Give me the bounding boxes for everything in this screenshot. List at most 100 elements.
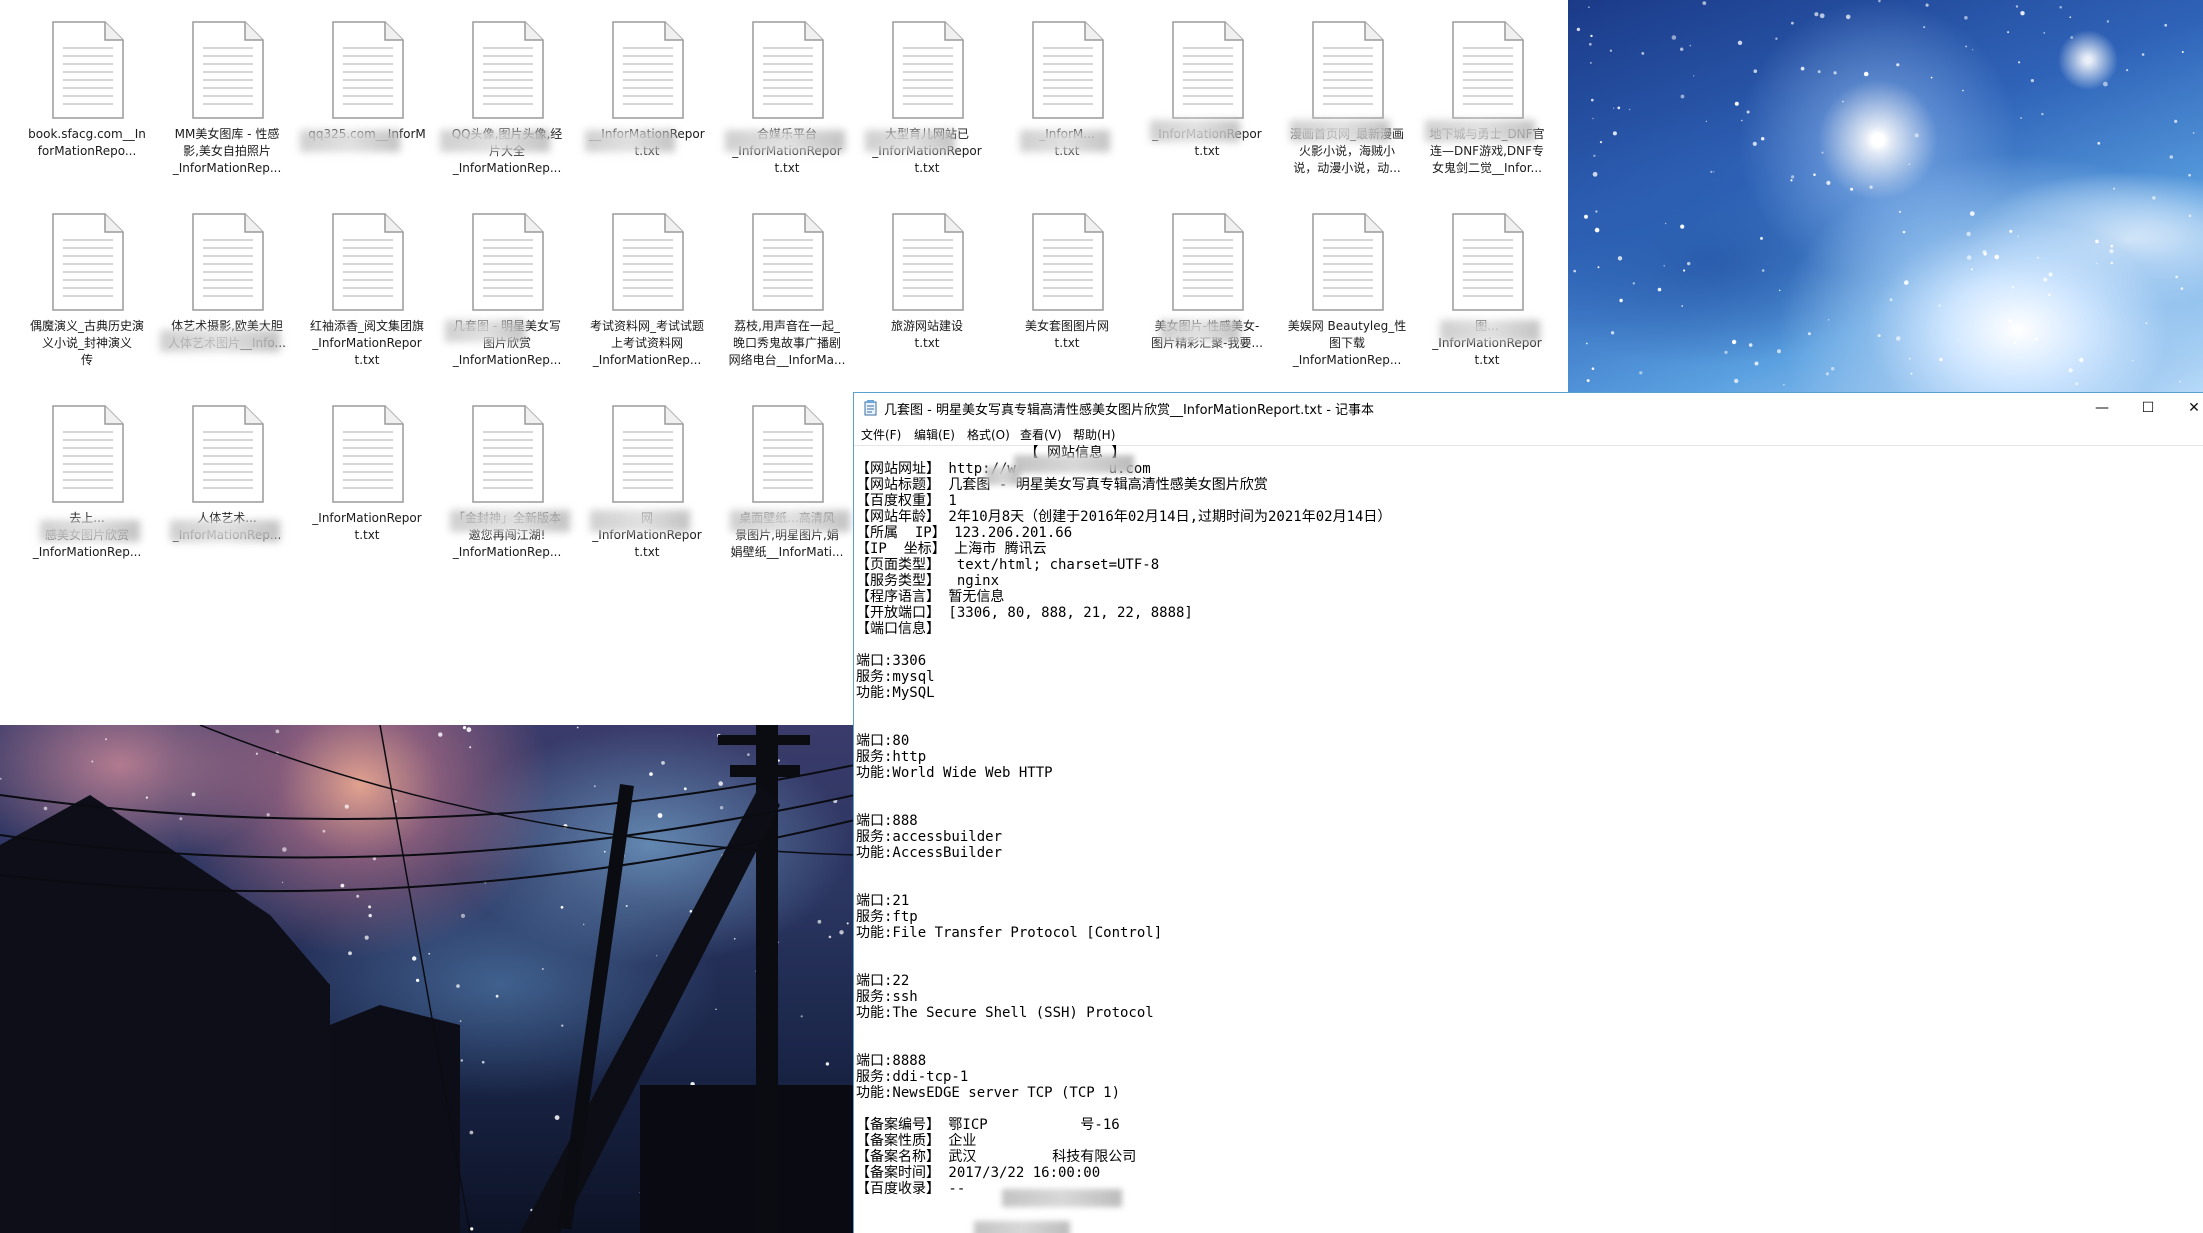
minimize-button[interactable]: — — [2079, 393, 2125, 423]
text-line: 【网站年龄】 2年10月8天（创建于2016年02月14日,过期时间为2021年… — [856, 509, 1392, 525]
file-item[interactable]: __InforMationRepor t.txt — [585, 0, 709, 190]
file-item[interactable]: 美女套图图片网 t.txt — [1005, 192, 1129, 382]
star — [2175, 275, 2178, 279]
star — [1689, 44, 1692, 47]
text-line: 服务:accessbuilder — [856, 829, 1003, 845]
star — [1908, 357, 1911, 360]
star — [1752, 141, 1757, 146]
star — [1657, 287, 1662, 292]
menu-file[interactable]: 文件(F) — [861, 426, 901, 443]
file-item[interactable]: _InforM... t.txt — [1005, 0, 1129, 190]
redaction-blur — [1150, 120, 1240, 142]
text-line — [856, 1101, 2203, 1117]
star — [1639, 371, 1643, 375]
file-item[interactable]: 考试资料网_考试试题 上考试资料网 _InforMationRep... — [585, 192, 709, 382]
redaction-blur — [1290, 120, 1390, 142]
menu-view[interactable]: 查看(V) — [1020, 426, 1062, 443]
star — [1705, 120, 1707, 122]
star — [1778, 289, 1781, 292]
close-button[interactable]: ✕ — [2171, 393, 2203, 423]
text-file-icon — [749, 404, 825, 504]
menu-format[interactable]: 格式(O) — [967, 426, 1010, 443]
star — [1994, 254, 2000, 260]
star — [1878, 0, 1881, 3]
file-item[interactable]: 偶魔演义_古典历史演 义小说_封神演义 传 _InforMationRep... — [25, 192, 149, 382]
text-file-icon — [609, 404, 685, 504]
file-item[interactable]: 合媒乐平台 _InforMationRepor t.txt — [725, 0, 849, 190]
star — [1731, 339, 1737, 345]
redaction-blur — [440, 130, 550, 152]
menu-help[interactable]: 帮助(H) — [1073, 426, 1115, 443]
star — [1610, 331, 1615, 335]
star — [1791, 175, 1795, 179]
star — [2169, 155, 2174, 159]
file-item[interactable]: 几套图 - 明星美女写 图片欣赏 _InforMationRep... — [445, 192, 569, 382]
star — [1826, 180, 1831, 185]
star — [2043, 32, 2045, 34]
file-item[interactable]: 图... _InforMationRepor t.txt — [1425, 192, 1549, 382]
text-line: 【备案名称】 武汉 科技有限公司 — [856, 1149, 1137, 1165]
star — [2030, 79, 2034, 83]
file-item[interactable]: 体艺术摄影,欧美大胆 人体艺术图片__Info... — [165, 192, 289, 382]
text-file-icon — [1169, 20, 1245, 120]
menu-edit[interactable]: 编辑(E) — [914, 426, 955, 443]
text-file-icon — [469, 212, 545, 312]
star — [2043, 277, 2048, 282]
star — [2180, 287, 2184, 290]
text-file-icon — [749, 212, 825, 312]
file-name-label: _InforMationRepor t.txt — [312, 511, 422, 542]
file-item[interactable]: 人体艺术... _InforMationRep... — [165, 384, 289, 574]
file-item[interactable]: 网 _InforMationRepor t.txt — [585, 384, 709, 574]
file-item[interactable]: 美娱网 Beautyleg_性 图下载 _InforMationRep... — [1285, 192, 1409, 382]
star — [1740, 119, 1743, 122]
file-item[interactable]: qq325.com__InforM — [305, 0, 429, 190]
text-line — [856, 717, 2203, 733]
redaction-blur — [445, 320, 525, 342]
file-item[interactable]: 荔枝,用声音在一起_ 晚口秀鬼故事广播剧 网络电台__InforMa... — [725, 192, 849, 382]
star — [2013, 341, 2017, 345]
file-item[interactable]: 大型育儿网站已 _InforMationRepor t.txt — [865, 0, 989, 190]
star — [1588, 42, 1592, 46]
file-item[interactable]: 桌面壁纸...高清风 景图片,明星图片,娟 娟壁纸__InforMati... — [725, 384, 849, 574]
redaction-blur — [300, 130, 400, 152]
file-item[interactable]: QQ头像,图片头像,经 片大全 _InforMationRep... — [445, 0, 569, 190]
star — [1877, 334, 1881, 338]
file-item[interactable]: _InforMationRepor t.txt — [1145, 0, 1269, 190]
file-item[interactable]: 地下城与勇士_DNF官 连—DNF游戏,DNF专 女鬼剑二觉__Infor... — [1425, 0, 1549, 190]
text-line: 【IP 坐标】 上海市 腾讯云 — [856, 541, 1047, 557]
star — [1819, 13, 1825, 19]
star — [2145, 322, 2148, 324]
file-item[interactable]: MM美女图库 - 性感 影,美女自拍照片 _InforMationRep... — [165, 0, 289, 190]
file-item[interactable]: 去上... 感美女图片欣赏 _InforMationRep... — [25, 384, 149, 574]
text-line: 功能:NewsEDGE server TCP (TCP 1) — [856, 1085, 1121, 1101]
file-item[interactable]: 「金封神」全新版本 邀您再闯江湖! _InforMationRep... — [445, 384, 569, 574]
star — [1902, 230, 1906, 234]
star — [1713, 171, 1715, 173]
star — [1680, 47, 1684, 51]
star — [1972, 49, 1974, 51]
window-title: 几套图 - 明星美女写真专辑高清性感美女图片欣赏__InforMationRep… — [884, 403, 1375, 418]
star — [2126, 69, 2129, 72]
star — [1821, 151, 1824, 154]
star — [1957, 340, 1959, 342]
title-bar[interactable]: 几套图 - 明星美女写真专辑高清性感美女图片欣赏__InforMationRep… — [854, 393, 2203, 423]
text-editor-area[interactable]: 【 网站信息 】【网站网址】 http://w u.com【网站标题】 几套图 … — [854, 445, 2203, 1233]
file-item[interactable]: 红袖添香_阅文集团旗 _InforMationRepor t.txt — [305, 192, 429, 382]
text-line — [856, 797, 2203, 813]
redaction-blur — [160, 330, 280, 352]
file-item[interactable]: book.sfacg.com__In forMationRepo... — [25, 0, 149, 190]
text-file-icon — [469, 404, 545, 504]
star — [1800, 66, 1805, 71]
star — [2011, 285, 2015, 289]
star — [2015, 5, 2019, 8]
file-item[interactable]: 漫画首页网_最新漫画 火影小说，海贼小 说，动漫小说，动... — [1285, 0, 1409, 190]
text-line — [856, 957, 2203, 973]
star — [1746, 110, 1750, 114]
file-item[interactable]: 美女图片-性感美女- 图片精彩汇聚-我要... — [1145, 192, 1269, 382]
star — [2048, 293, 2051, 297]
text-line: 【开放端口】 [3306, 80, 888, 21, 22, 8888] — [856, 605, 1193, 621]
text-file-icon — [1449, 212, 1525, 312]
maximize-button[interactable]: ☐ — [2125, 393, 2171, 423]
file-item[interactable]: _InforMationRepor t.txt — [305, 384, 429, 574]
file-item[interactable]: 旅游网站建设 t.txt — [865, 192, 989, 382]
